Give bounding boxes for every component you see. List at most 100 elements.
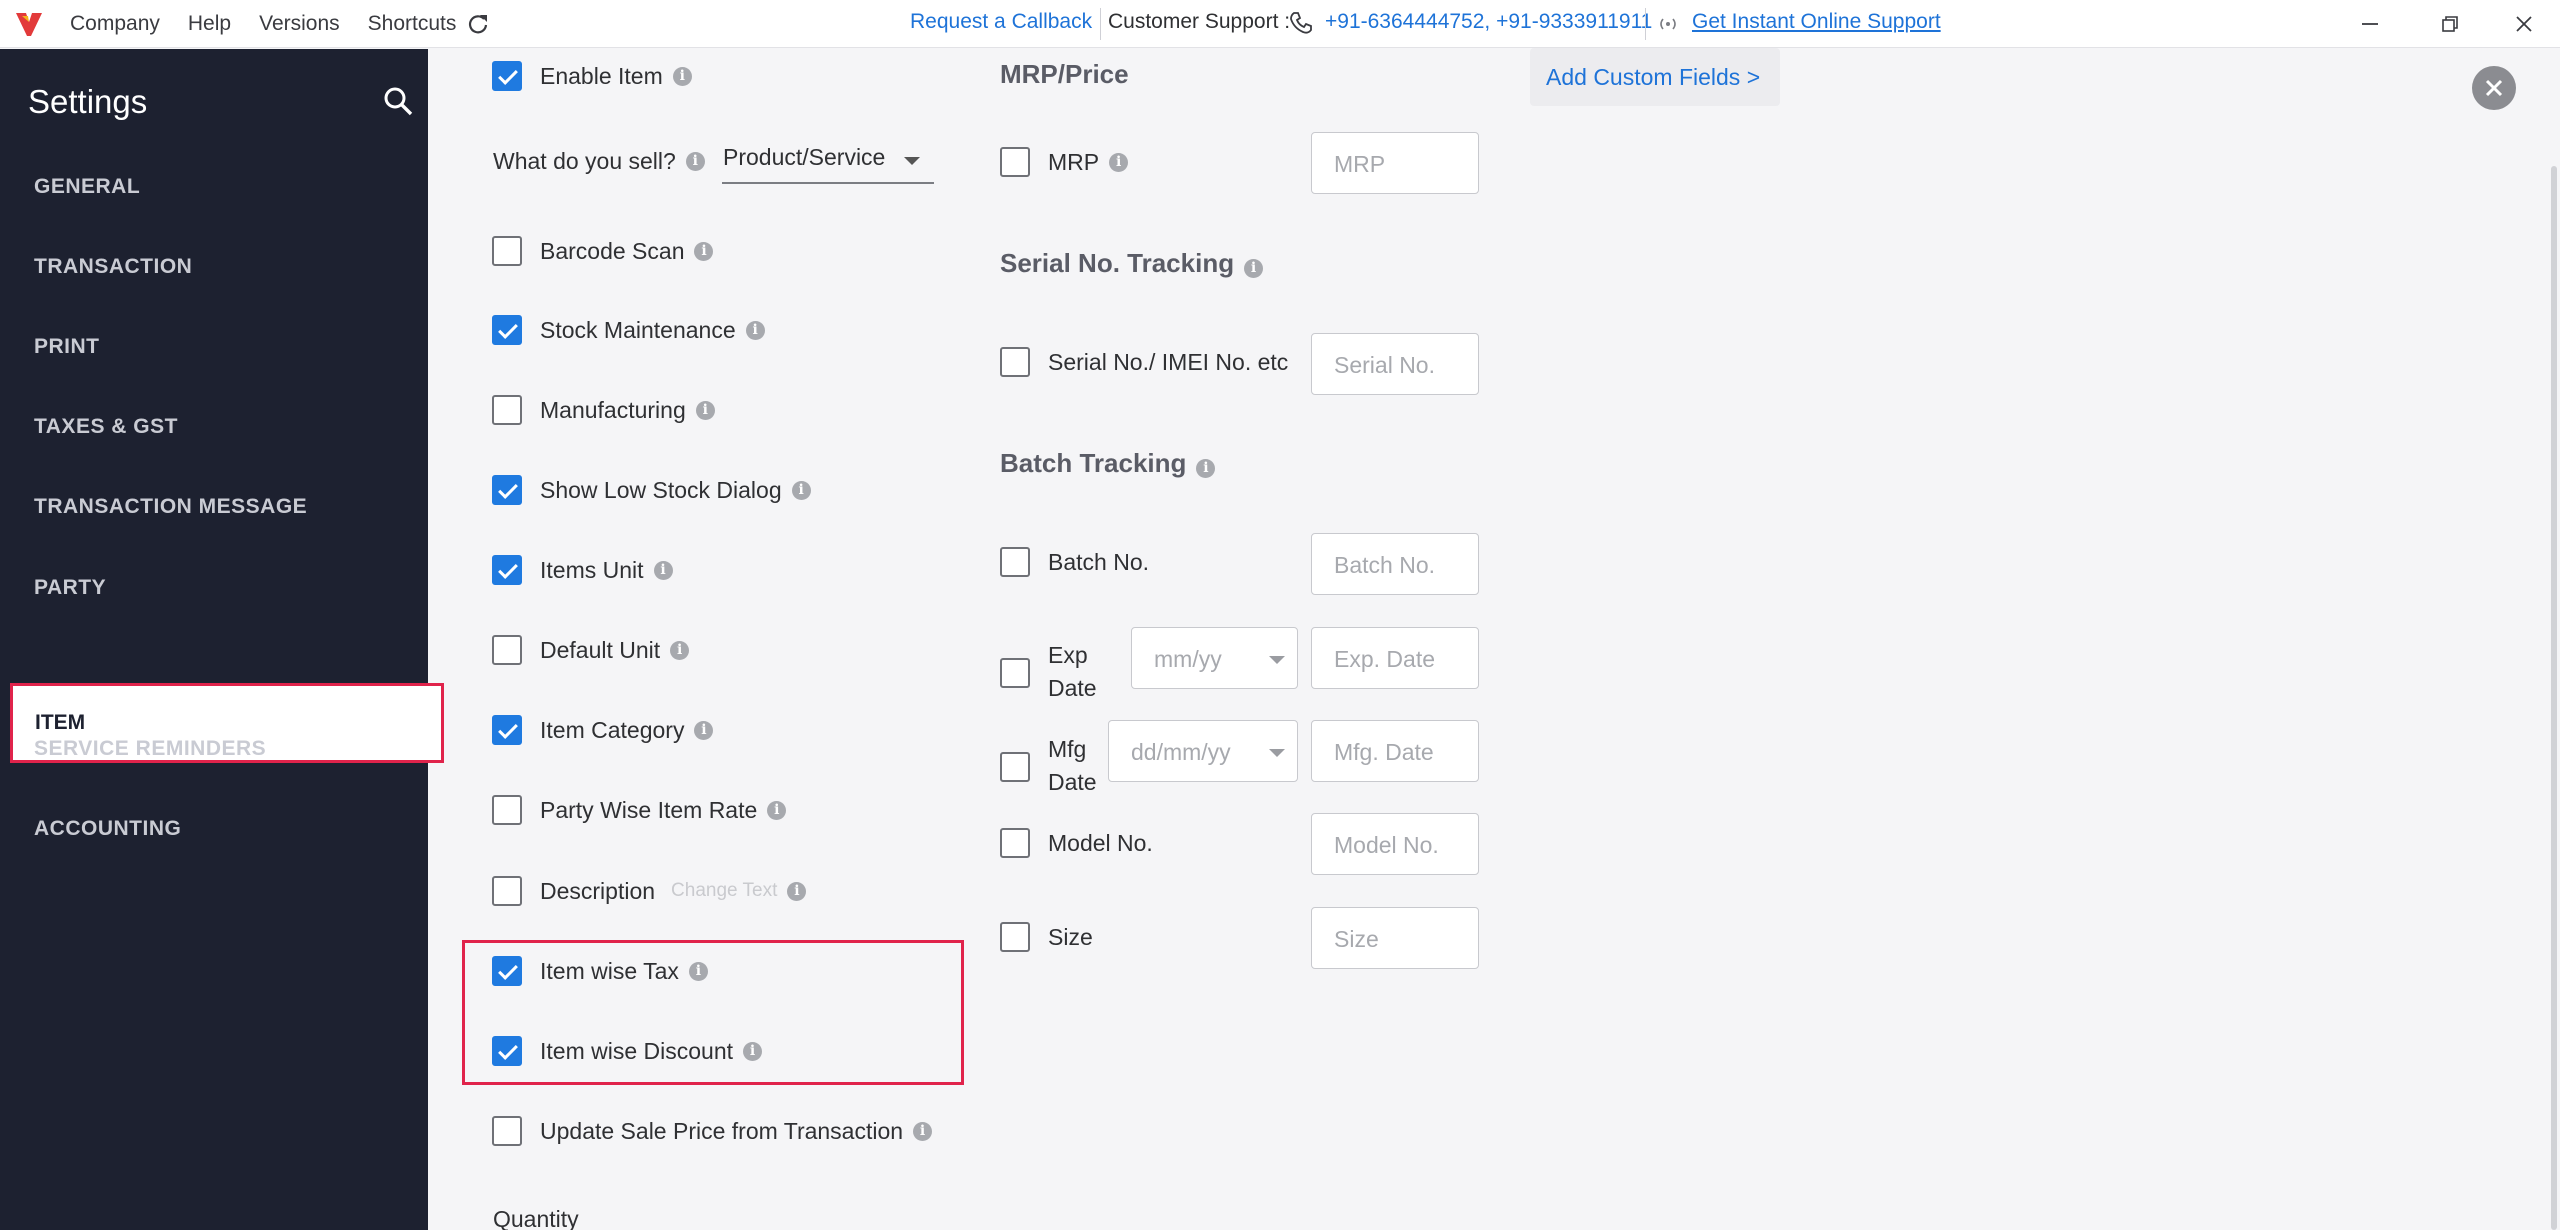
phone-icon [1290, 12, 1312, 34]
info-icon[interactable]: i [653, 560, 673, 580]
mrp-placeholder: MRP [1334, 151, 1386, 177]
enable-item-row: Enable Item i [492, 61, 692, 91]
item-category-checkbox[interactable] [492, 715, 522, 745]
menu-shortcuts[interactable]: Shortcuts [368, 12, 457, 36]
items-unit-row: Items Unit i [492, 555, 673, 585]
exp-format-select[interactable]: mm/yy [1131, 627, 1298, 689]
info-icon[interactable]: i [694, 241, 714, 261]
mfg-format-value: dd/mm/yy [1131, 739, 1231, 765]
size-row: Size [1000, 922, 1093, 952]
info-icon[interactable]: i [695, 400, 715, 420]
settings-sidebar: Settings GENERAL TRANSACTION PRINT TAXES… [0, 49, 444, 1230]
model-checkbox[interactable] [1000, 828, 1030, 858]
sidebar-item-transaction[interactable]: TRANSACTION [34, 255, 192, 279]
batch-checkbox[interactable] [1000, 547, 1030, 577]
barcode-scan-checkbox[interactable] [492, 236, 522, 266]
size-placeholder: Size [1334, 926, 1379, 952]
sidebar-item-accounting[interactable]: ACCOUNTING [34, 817, 181, 841]
size-input[interactable]: Size [1311, 907, 1479, 969]
sidebar-item-transaction-message[interactable]: TRANSACTION MESSAGE [34, 495, 307, 519]
support-phone-numbers[interactable]: +91-6364444752, +91-9333911911 [1325, 10, 1652, 34]
info-icon[interactable]: i [745, 320, 765, 340]
batch-row: Batch No. [1000, 547, 1149, 577]
info-icon[interactable]: i [767, 800, 787, 820]
serial-checkbox[interactable] [1000, 347, 1030, 377]
info-icon[interactable]: i [1244, 259, 1264, 278]
menu-bar: Company Help Versions Shortcuts [70, 0, 484, 48]
close-settings-button[interactable] [2472, 66, 2516, 110]
info-icon[interactable]: i [787, 881, 807, 901]
size-checkbox[interactable] [1000, 922, 1030, 952]
batch-section-label: Batch Tracking [1000, 448, 1187, 478]
minimize-icon[interactable] [2356, 10, 2384, 38]
info-icon[interactable]: i [672, 66, 692, 86]
info-icon[interactable]: i [685, 152, 705, 171]
batch-input[interactable]: Batch No. [1311, 533, 1479, 595]
mfg-date-input[interactable]: Mfg. Date [1311, 720, 1479, 782]
update-sale-price-label: Update Sale Price from Transaction [540, 1117, 904, 1144]
default-unit-checkbox[interactable] [492, 635, 522, 665]
what-sell-row: What do you sell? i [493, 148, 705, 175]
info-icon[interactable]: i [694, 720, 714, 740]
customer-support-label: Customer Support : [1108, 10, 1291, 33]
info-icon[interactable]: i [1109, 152, 1129, 172]
sidebar-item-party[interactable]: PARTY [34, 576, 106, 600]
show-low-stock-row: Show Low Stock Dialog i [492, 475, 811, 505]
enable-item-checkbox[interactable] [492, 61, 522, 91]
exp-checkbox[interactable] [1000, 658, 1030, 688]
info-icon[interactable]: i [743, 1041, 763, 1061]
sidebar-title: Settings [28, 83, 148, 120]
model-input[interactable]: Model No. [1311, 813, 1479, 875]
restore-icon[interactable] [2436, 10, 2464, 38]
manufacturing-checkbox[interactable] [492, 395, 522, 425]
update-sale-price-row: Update Sale Price from Transaction i [492, 1116, 933, 1146]
info-icon[interactable]: i [791, 480, 811, 500]
update-sale-price-checkbox[interactable] [492, 1116, 522, 1146]
info-icon[interactable]: i [670, 640, 690, 660]
sidebar-item-general[interactable]: GENERAL [34, 175, 140, 199]
item-wise-discount-checkbox[interactable] [492, 1036, 522, 1066]
menu-help[interactable]: Help [188, 12, 231, 36]
mrp-label: MRP [1048, 148, 1100, 175]
instant-support-link[interactable]: Get Instant Online Support [1692, 10, 1941, 34]
menu-versions[interactable]: Versions [259, 12, 340, 36]
item-wise-tax-checkbox[interactable] [492, 956, 522, 986]
sidebar-item-service-reminders[interactable]: SERVICE REMINDERS [34, 737, 266, 761]
party-wise-rate-row: Party Wise Item Rate i [492, 795, 787, 825]
scrollbar[interactable] [2551, 166, 2557, 1230]
items-unit-label: Items Unit [540, 556, 644, 583]
description-checkbox[interactable] [492, 876, 522, 906]
serial-row: Serial No./ IMEI No. etc [1000, 347, 1288, 377]
sidebar-item-print[interactable]: PRINT [34, 335, 100, 359]
sidebar-item-label: ITEM [35, 711, 86, 734]
item-category-label: Item Category [540, 716, 685, 743]
change-text-link[interactable]: Change Text [671, 880, 777, 902]
refresh-icon[interactable] [466, 12, 490, 36]
divider [1100, 8, 1101, 40]
top-bar: Company Help Versions Shortcuts Request … [0, 0, 2560, 48]
info-icon[interactable]: i [913, 1121, 933, 1141]
show-low-stock-checkbox[interactable] [492, 475, 522, 505]
search-icon[interactable] [382, 85, 414, 117]
items-unit-checkbox[interactable] [492, 555, 522, 585]
chevron-down-icon [1269, 749, 1285, 757]
serial-placeholder: Serial No. [1334, 352, 1435, 378]
request-callback-link[interactable]: Request a Callback [910, 10, 1092, 34]
sidebar-item-taxes-gst[interactable]: TAXES & GST [34, 415, 178, 439]
mfg-format-select[interactable]: dd/mm/yy [1108, 720, 1298, 782]
info-icon[interactable]: i [1196, 459, 1216, 478]
what-sell-select[interactable]: Product/Service [722, 140, 934, 184]
add-custom-fields-button[interactable]: Add Custom Fields > [1530, 48, 1780, 106]
mrp-input[interactable]: MRP [1311, 132, 1479, 194]
close-window-icon[interactable] [2510, 10, 2538, 38]
exp-label-2: Date [1048, 675, 1097, 701]
stock-maintenance-checkbox[interactable] [492, 315, 522, 345]
mfg-checkbox[interactable] [1000, 752, 1030, 782]
mrp-checkbox[interactable] [1000, 147, 1030, 177]
party-wise-rate-checkbox[interactable] [492, 795, 522, 825]
exp-date-input[interactable]: Exp. Date [1311, 627, 1479, 689]
menu-company[interactable]: Company [70, 12, 160, 36]
info-icon[interactable]: i [688, 961, 708, 981]
serial-input[interactable]: Serial No. [1311, 333, 1479, 395]
batch-label: Batch No. [1048, 548, 1149, 575]
